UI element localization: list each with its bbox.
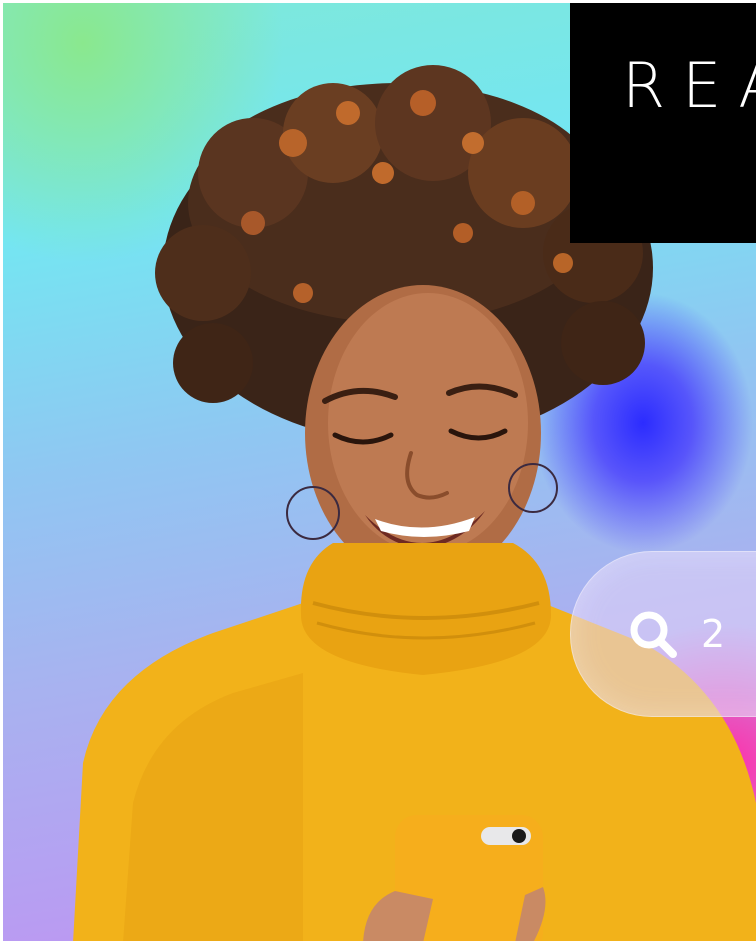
hero-banner: REA 2 b bbox=[3, 3, 756, 941]
brand-box: REA bbox=[570, 3, 756, 243]
search-query-text: 2 b bbox=[701, 612, 756, 656]
search-bar[interactable]: 2 b bbox=[570, 551, 756, 717]
brand-wordmark: REA bbox=[622, 49, 756, 122]
face bbox=[305, 285, 541, 581]
search-icon bbox=[627, 608, 679, 660]
